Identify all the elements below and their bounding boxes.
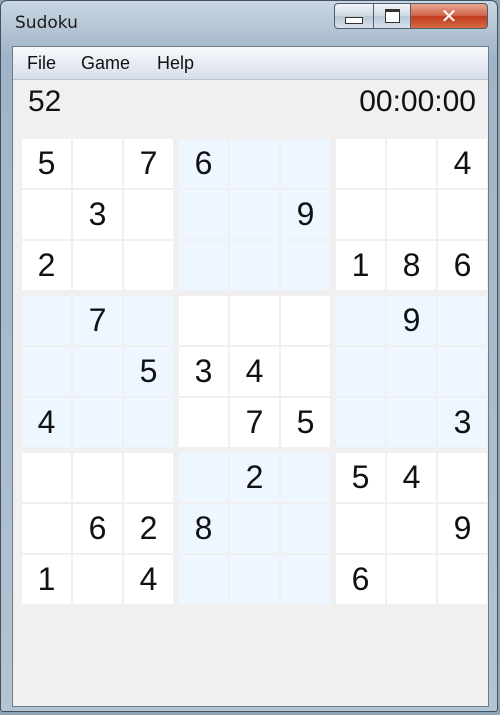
sudoku-cell[interactable] <box>281 296 330 345</box>
sudoku-cell[interactable]: 2 <box>124 504 173 553</box>
sudoku-cell[interactable]: 6 <box>336 555 385 604</box>
menu-help[interactable]: Help <box>157 53 194 74</box>
sudoku-cell[interactable] <box>387 347 436 396</box>
sudoku-cell[interactable]: 2 <box>230 453 279 502</box>
minimize-button[interactable] <box>334 3 374 29</box>
sudoku-cell[interactable] <box>336 139 385 188</box>
sudoku-cell[interactable] <box>73 398 122 447</box>
close-icon: ✕ <box>440 4 458 28</box>
sudoku-cell[interactable] <box>336 398 385 447</box>
sudoku-cell[interactable]: 8 <box>387 241 436 290</box>
sudoku-cell[interactable] <box>124 241 173 290</box>
sudoku-cell[interactable]: 1 <box>336 241 385 290</box>
sudoku-cell[interactable] <box>124 453 173 502</box>
sudoku-cell[interactable] <box>230 504 279 553</box>
sudoku-cell[interactable] <box>179 241 228 290</box>
close-button[interactable]: ✕ <box>410 3 488 29</box>
sudoku-cell[interactable]: 5 <box>124 347 173 396</box>
sudoku-cell[interactable] <box>336 296 385 345</box>
sudoku-cell[interactable] <box>22 190 71 239</box>
sudoku-cell[interactable] <box>387 139 436 188</box>
sudoku-cell[interactable]: 5 <box>281 398 330 447</box>
window-title: Sudoku <box>15 13 78 33</box>
sudoku-cell[interactable] <box>438 555 487 604</box>
sudoku-cell[interactable] <box>230 296 279 345</box>
sudoku-cell[interactable]: 7 <box>230 398 279 447</box>
sudoku-cell[interactable] <box>438 296 487 345</box>
sudoku-cell[interactable] <box>281 504 330 553</box>
sudoku-cell[interactable]: 4 <box>124 555 173 604</box>
maximize-icon <box>384 9 400 23</box>
sudoku-window: Sudoku ✕ File Game Help 52 00:00:00 5764… <box>0 0 498 712</box>
sudoku-cell[interactable] <box>73 555 122 604</box>
sudoku-cell[interactable] <box>73 347 122 396</box>
sudoku-cell[interactable]: 3 <box>73 190 122 239</box>
sudoku-cell[interactable] <box>124 296 173 345</box>
sudoku-cell[interactable]: 1 <box>22 555 71 604</box>
sudoku-cell[interactable]: 9 <box>387 296 436 345</box>
sudoku-cell[interactable]: 3 <box>179 347 228 396</box>
sudoku-cell[interactable] <box>179 296 228 345</box>
sudoku-cell[interactable] <box>336 504 385 553</box>
sudoku-cell[interactable] <box>281 347 330 396</box>
sudoku-cell[interactable]: 4 <box>230 347 279 396</box>
sudoku-cell[interactable] <box>179 398 228 447</box>
client-area: File Game Help 52 00:00:00 5764392186795… <box>12 46 489 707</box>
sudoku-cell[interactable] <box>73 139 122 188</box>
sudoku-cell[interactable]: 6 <box>438 241 487 290</box>
sudoku-cell[interactable] <box>124 190 173 239</box>
sudoku-cell[interactable] <box>230 139 279 188</box>
sudoku-cell[interactable] <box>281 241 330 290</box>
sudoku-cell[interactable] <box>73 241 122 290</box>
sudoku-cell[interactable]: 4 <box>22 398 71 447</box>
sudoku-cell[interactable] <box>336 347 385 396</box>
sudoku-cell[interactable] <box>73 453 122 502</box>
timer: 00:00:00 <box>359 85 476 118</box>
sudoku-cell[interactable]: 3 <box>438 398 487 447</box>
sudoku-cell[interactable]: 5 <box>336 453 385 502</box>
sudoku-cell[interactable] <box>438 347 487 396</box>
sudoku-grid: 57643921867953447532546289146 <box>22 139 487 606</box>
menu-file[interactable]: File <box>27 53 56 74</box>
sudoku-cell[interactable]: 5 <box>22 139 71 188</box>
sudoku-cell[interactable]: 2 <box>22 241 71 290</box>
sudoku-cell[interactable] <box>22 347 71 396</box>
sudoku-cell[interactable] <box>281 453 330 502</box>
sudoku-cell[interactable] <box>124 398 173 447</box>
sudoku-cell[interactable] <box>387 504 436 553</box>
sudoku-cell[interactable]: 9 <box>281 190 330 239</box>
sudoku-cell[interactable] <box>387 190 436 239</box>
minimize-icon <box>345 16 363 24</box>
sudoku-cell[interactable] <box>22 296 71 345</box>
remaining-count: 52 <box>28 85 62 118</box>
sudoku-cell[interactable]: 4 <box>387 453 436 502</box>
sudoku-cell[interactable] <box>22 504 71 553</box>
sudoku-cell[interactable]: 7 <box>73 296 122 345</box>
sudoku-cell[interactable] <box>387 555 436 604</box>
sudoku-cell[interactable]: 6 <box>73 504 122 553</box>
sudoku-cell[interactable] <box>438 453 487 502</box>
maximize-button[interactable] <box>373 3 411 29</box>
sudoku-cell[interactable]: 8 <box>179 504 228 553</box>
sudoku-cell[interactable] <box>281 555 330 604</box>
sudoku-cell[interactable] <box>230 241 279 290</box>
sudoku-cell[interactable] <box>179 453 228 502</box>
sudoku-cell[interactable] <box>179 190 228 239</box>
sudoku-cell[interactable] <box>438 190 487 239</box>
sudoku-cell[interactable]: 7 <box>124 139 173 188</box>
sudoku-cell[interactable] <box>22 453 71 502</box>
menu-bar: File Game Help <box>13 47 488 80</box>
sudoku-cell[interactable] <box>230 555 279 604</box>
sudoku-cell[interactable]: 4 <box>438 139 487 188</box>
title-bar[interactable]: Sudoku ✕ <box>1 1 497 45</box>
sudoku-cell[interactable]: 6 <box>179 139 228 188</box>
sudoku-cell[interactable] <box>230 190 279 239</box>
sudoku-cell[interactable]: 9 <box>438 504 487 553</box>
sudoku-cell[interactable] <box>387 398 436 447</box>
sudoku-cell[interactable] <box>179 555 228 604</box>
sudoku-cell[interactable] <box>336 190 385 239</box>
sudoku-cell[interactable] <box>281 139 330 188</box>
menu-game[interactable]: Game <box>81 53 130 74</box>
